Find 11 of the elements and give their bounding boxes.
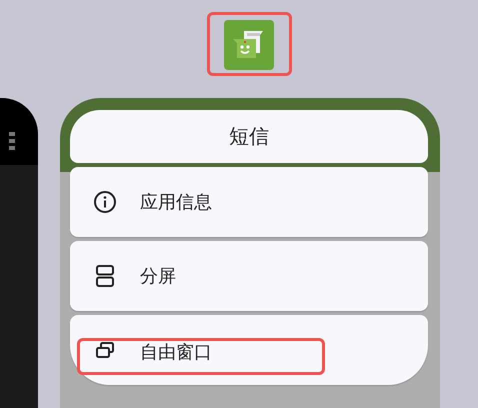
menu-item[interactable]: 应用信息 (70, 167, 428, 237)
split-screen-icon (93, 264, 117, 288)
message-app-icon[interactable] (224, 20, 274, 70)
menu-title: 短信 (70, 110, 428, 163)
menu-item-label: 自由窗口 (140, 341, 212, 364)
menu-item-label: 分屏 (140, 265, 176, 288)
info-icon (93, 190, 117, 214)
menu-item[interactable]: 自由窗口 (70, 315, 428, 385)
menu-item-label: 应用信息 (140, 191, 212, 214)
drag-handle-icon (9, 132, 15, 150)
menu-item[interactable]: 分屏 (70, 241, 428, 311)
